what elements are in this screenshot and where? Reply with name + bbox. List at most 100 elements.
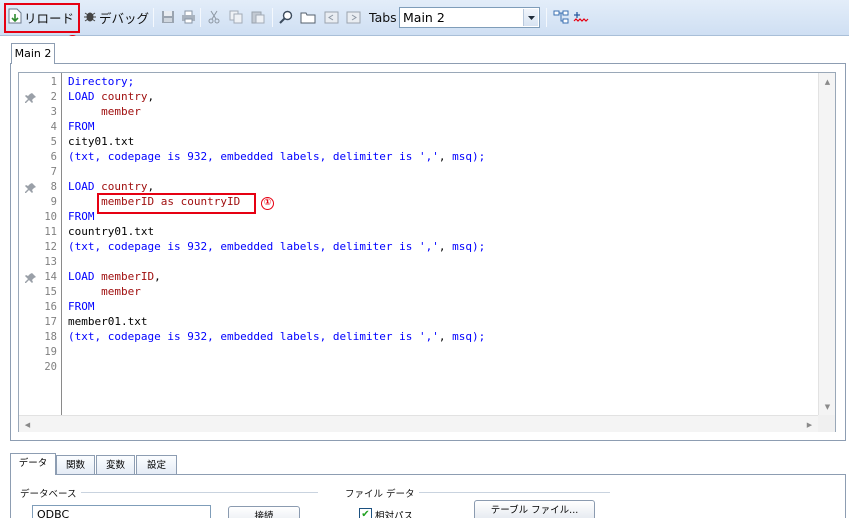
line-number: 12 — [44, 241, 57, 253]
code-token: FROM — [68, 210, 95, 223]
code-line[interactable]: member — [68, 285, 141, 298]
code-token: country — [101, 180, 148, 193]
pin-icon — [25, 272, 37, 284]
code-line[interactable]: member01.txt — [68, 315, 147, 328]
field-rename-callout-box — [97, 193, 256, 214]
code-token: , — [438, 240, 453, 253]
code-line[interactable]: city01.txt — [68, 135, 134, 148]
toolbar-separator — [200, 8, 201, 27]
code-line[interactable]: LOAD country, — [68, 90, 154, 103]
code-line[interactable]: FROM — [68, 210, 95, 223]
line-number: 20 — [44, 361, 57, 373]
syntax-check-icon[interactable] — [573, 9, 589, 25]
reload-callout-box — [4, 3, 80, 33]
folder-icon[interactable] — [300, 9, 316, 25]
code-token: member — [68, 105, 141, 118]
pin-icon — [25, 92, 37, 104]
code-line[interactable]: LOAD memberID, — [68, 270, 161, 283]
scroll-right-icon[interactable]: ▶ — [801, 416, 818, 433]
line-number: 18 — [44, 331, 57, 343]
code-token: msq); — [452, 240, 486, 253]
toolbar: リロード デバッグ Tabs Main 2 — [0, 0, 849, 36]
code-token: , — [438, 150, 453, 163]
print-icon[interactable] — [180, 9, 196, 25]
line-number: 5 — [50, 136, 57, 148]
line-number: 13 — [44, 256, 57, 268]
relative-path-checkbox[interactable]: ✔ — [359, 508, 372, 518]
structure-icon[interactable] — [553, 9, 569, 25]
scroll-up-icon[interactable]: ▲ — [819, 73, 836, 90]
table-file-button[interactable]: テーブル ファイル... — [474, 500, 595, 518]
code-line[interactable]: FROM — [68, 300, 95, 313]
code-line[interactable]: member — [68, 105, 141, 118]
line-number: 1 — [50, 76, 57, 88]
code-token: LOAD — [68, 270, 102, 283]
code-token: member — [68, 285, 141, 298]
database-select-value: ODBC — [37, 508, 70, 518]
code-token: city01.txt — [68, 135, 135, 148]
tab-variables[interactable]: 変数 — [96, 455, 135, 475]
vertical-scrollbar[interactable]: ▲ ▼ — [818, 73, 835, 415]
chevron-down-icon[interactable]: ▼ — [202, 512, 207, 518]
tab-settings[interactable]: 設定 — [136, 455, 177, 475]
file-data-group-label: ファイル データ — [345, 486, 419, 500]
code-token: msq); — [452, 150, 486, 163]
tab-functions[interactable]: 関数 — [56, 455, 95, 475]
line-number: 7 — [50, 166, 57, 178]
tabs-select[interactable]: Main 2 — [399, 7, 540, 28]
code-token: member01.txt — [68, 315, 148, 328]
pin-icon — [25, 182, 37, 194]
horizontal-scrollbar[interactable]: ◀ ▶ — [19, 415, 818, 432]
tab-right-icon[interactable] — [345, 9, 361, 25]
database-select[interactable]: ODBC ▼ — [32, 505, 211, 518]
line-number: 3 — [50, 106, 57, 118]
code-token: , — [147, 90, 155, 103]
code-token: country01.txt — [68, 225, 155, 238]
code-token: msq); — [452, 330, 486, 343]
relative-path-label: 相対パス — [375, 511, 414, 518]
code-line[interactable]: (txt, codepage is 932, embedded labels, … — [68, 240, 485, 253]
debug-icon — [83, 9, 97, 26]
code-token: , — [154, 270, 161, 283]
database-group-label: データベース — [20, 486, 81, 500]
cut-icon[interactable] — [206, 9, 222, 25]
chevron-down-icon[interactable] — [523, 9, 538, 26]
tabs-select-value: Main 2 — [403, 10, 445, 25]
code-line[interactable]: FROM — [68, 120, 95, 133]
code-token: memberID — [101, 270, 155, 283]
line-number: 16 — [44, 301, 57, 313]
line-number: 19 — [44, 346, 57, 358]
tab-main-2[interactable]: Main 2 — [11, 43, 55, 64]
code-token: country — [101, 90, 148, 103]
code-line[interactable]: Directory; — [68, 75, 134, 88]
scroll-down-icon[interactable]: ▼ — [819, 398, 836, 415]
toolbar-separator — [546, 8, 547, 27]
code-line[interactable]: (txt, codepage is 932, embedded labels, … — [68, 330, 485, 343]
code-token: (txt, codepage is 932, embedded labels, … — [68, 150, 439, 163]
debug-label: デバッグ — [99, 10, 150, 26]
code-line[interactable]: LOAD country, — [68, 180, 154, 193]
tab-left-icon[interactable] — [323, 9, 339, 25]
search-icon[interactable] — [278, 9, 294, 25]
code-token: , — [147, 180, 155, 193]
code-token: (txt, codepage is 932, embedded labels, … — [68, 240, 439, 253]
paste-icon[interactable] — [250, 9, 266, 25]
code-token: FROM — [68, 120, 95, 133]
code-token: Directory; — [68, 75, 135, 88]
copy-icon[interactable] — [228, 9, 244, 25]
line-number: 6 — [50, 151, 57, 163]
line-number: 9 — [50, 196, 57, 208]
code-token: FROM — [68, 300, 95, 313]
save-icon[interactable] — [160, 9, 176, 25]
line-number: 11 — [44, 226, 57, 238]
line-number: 15 — [44, 286, 57, 298]
code-line[interactable]: (txt, codepage is 932, embedded labels, … — [68, 150, 485, 163]
code-token: LOAD — [68, 180, 102, 193]
connect-button[interactable]: 接続 — [228, 506, 300, 518]
tabs-label: Tabs — [369, 10, 397, 25]
scroll-left-icon[interactable]: ◀ — [19, 416, 36, 433]
code-line[interactable]: country01.txt — [68, 225, 154, 238]
line-number: 17 — [44, 316, 57, 328]
debug-button[interactable]: デバッグ — [83, 6, 149, 28]
tab-data[interactable]: データ — [10, 453, 56, 475]
